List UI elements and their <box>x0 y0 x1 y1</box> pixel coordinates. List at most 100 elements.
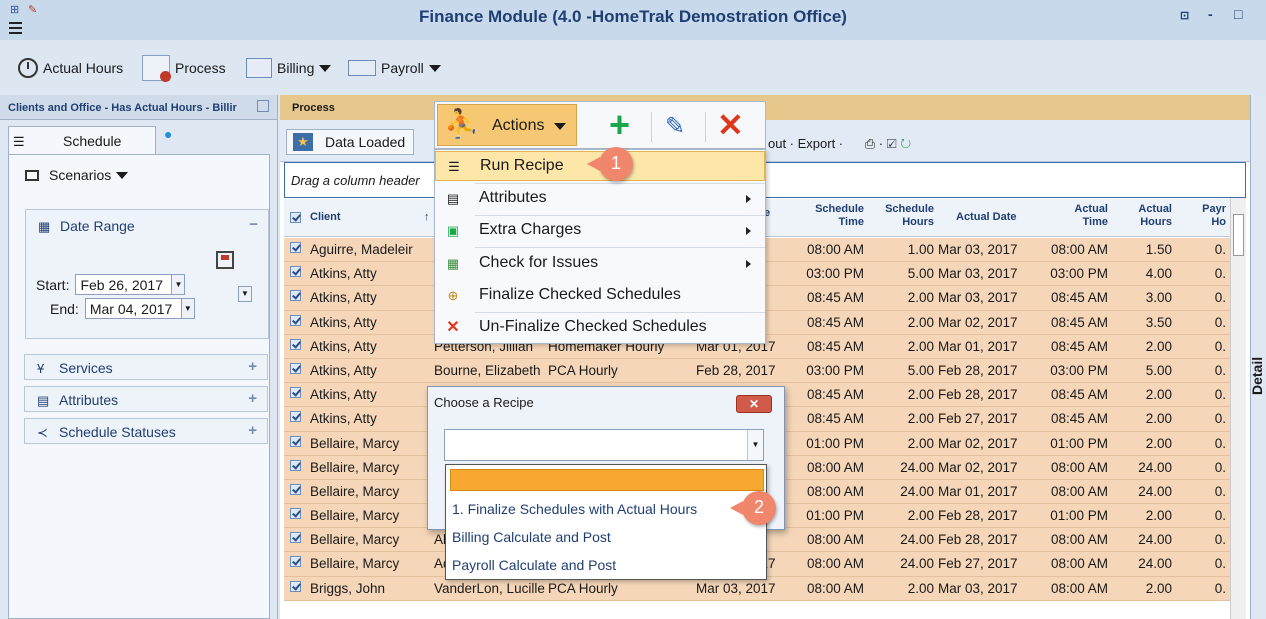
scrollbar-thumb[interactable] <box>1233 214 1244 256</box>
add-icon[interactable]: + <box>609 107 630 143</box>
wrench-icon: Ұ <box>37 361 45 376</box>
row-checkbox[interactable] <box>290 338 301 350</box>
col-actual-hours[interactable]: Actual Hours <box>1130 203 1172 229</box>
actions-button[interactable]: ⛹ Actions <box>437 104 577 146</box>
recipe-option-payroll[interactable]: Payroll Calculate and Post <box>452 557 616 573</box>
menu-item-extra-charges[interactable]: ▣ Extra Charges <box>435 216 765 246</box>
menu-item-finalize-checked[interactable]: ⊕ Finalize Checked Schedules <box>435 281 765 311</box>
scenarios-dropdown[interactable]: Scenarios <box>25 167 129 183</box>
row-checkbox[interactable] <box>290 242 301 253</box>
menu-item-label: Finalize Checked Schedules <box>479 286 681 303</box>
billing-button[interactable]: Billing <box>246 56 332 80</box>
date-range-dropdown-icon[interactable]: ▼ <box>238 286 252 302</box>
row-checkbox[interactable] <box>290 266 301 278</box>
start-date-input[interactable]: Feb 26, 2017 ▼ <box>75 274 186 295</box>
select-all-checkbox[interactable] <box>290 212 301 223</box>
refresh-icon[interactable]: ↻ <box>900 136 911 151</box>
vertical-scrollbar[interactable] <box>1230 198 1246 619</box>
data-loaded-button[interactable]: ★ Data Loaded <box>286 129 415 155</box>
payroll-label: Payroll <box>381 60 424 76</box>
row-checkbox[interactable] <box>290 580 301 592</box>
pencil-icon[interactable]: ✎ <box>665 112 685 141</box>
expand-icon[interactable]: + <box>248 422 257 439</box>
row-checkbox[interactable] <box>290 532 301 544</box>
stopwatch-icon <box>18 58 38 78</box>
expand-icon[interactable]: + <box>248 358 257 375</box>
menu-item-unfinalize-checked[interactable]: ✕ Un-Finalize Checked Schedules <box>435 313 765 343</box>
cell-actual-hours: 24.00 <box>1138 532 1172 548</box>
cell-actual-date: Mar 01, 2017 <box>938 483 1018 499</box>
cell-client: Atkins, Atty <box>310 314 377 330</box>
end-label: End: <box>50 300 79 317</box>
row-checkbox[interactable] <box>290 314 301 326</box>
expand-icon[interactable]: + <box>248 390 257 407</box>
checkbox-icon[interactable]: ☑ <box>887 136 897 151</box>
recipe-select[interactable]: ▼ <box>444 429 764 461</box>
pin-icon[interactable] <box>257 100 269 112</box>
cell-client: Bellaire, Marcy <box>310 556 400 572</box>
cell-actual-hours: 2.00 <box>1145 387 1172 403</box>
maximize-button[interactable]: □ <box>1234 6 1242 22</box>
row-checkbox[interactable] <box>290 411 301 423</box>
actual-hours-button[interactable]: Actual Hours <box>18 56 123 80</box>
dialog-close-button[interactable]: ✕ <box>736 395 772 413</box>
chevron-down-icon[interactable]: ▼ <box>747 430 763 460</box>
person-icon[interactable]: ● <box>164 126 186 148</box>
minimize-button[interactable]: - <box>1208 6 1213 22</box>
col-client[interactable]: Client <box>310 211 341 224</box>
table-row[interactable]: Briggs, John VanderLon, Lucille PCA Hourly… <box>284 576 1230 601</box>
menu-item-attributes[interactable]: ▤ Attributes <box>435 184 765 214</box>
date-range-header[interactable]: ▦ Date Range − <box>26 210 268 240</box>
print-icon[interactable]: ⎙ · <box>865 136 883 151</box>
menu-item-check-for-issues[interactable]: ▦ Check for Issues <box>435 249 765 279</box>
schedule-statuses-section[interactable]: ≺ Schedule Statuses + <box>24 418 268 444</box>
runner-icon: ⛹ <box>444 108 479 139</box>
cell-actual-date: Mar 03, 2017 <box>938 242 1018 257</box>
attributes-section[interactable]: ▤ Attributes + <box>24 386 268 412</box>
row-checkbox[interactable] <box>290 508 301 520</box>
cell-payroll: 0. <box>1214 580 1226 596</box>
detail-side-panel[interactable]: Detail <box>1249 95 1266 619</box>
recipe-option-blank[interactable] <box>450 469 764 491</box>
tab-schedule[interactable]: ☰ Schedule <box>8 126 156 156</box>
cell-sched-time: 08:00 AM <box>806 532 864 548</box>
cell-sched-hours: 1.00 <box>907 242 934 257</box>
cell-actual-date: Feb 28, 2017 <box>938 532 1018 548</box>
row-checkbox[interactable] <box>290 362 301 374</box>
recipe-option-finalize[interactable]: 1. Finalize Schedules with Actual Hours <box>452 501 697 517</box>
col-actual-date[interactable]: Actual Date <box>956 211 1017 224</box>
col-schedule-hours[interactable]: Schedule Hours <box>884 203 934 229</box>
row-checkbox[interactable] <box>290 290 301 302</box>
row-checkbox[interactable] <box>290 556 301 568</box>
cell-payroll: 0. <box>1214 242 1226 257</box>
row-checkbox[interactable] <box>290 459 301 471</box>
col-payroll-hours[interactable]: Payr Ho <box>1192 203 1226 229</box>
row-checkbox[interactable] <box>290 435 301 447</box>
col-schedule-time[interactable]: Schedule Time <box>812 203 864 229</box>
step-badge-2: 2 <box>729 491 777 525</box>
export-toolbar[interactable]: out · Export · ⎙ · ☑ ↻ <box>768 136 911 152</box>
cell-actual-date: Mar 02, 2017 <box>938 435 1018 451</box>
col-actual-time[interactable]: Actual Time <box>1064 203 1108 229</box>
delete-icon[interactable]: ✕ <box>717 108 744 142</box>
row-checkbox[interactable] <box>290 483 301 495</box>
cell-actual-hours: 24.00 <box>1138 556 1172 572</box>
attributes-label: Attributes <box>59 392 119 408</box>
cell-actual-date: Feb 28, 2017 <box>938 508 1018 524</box>
restore-icon[interactable]: ⊡ <box>1180 9 1189 22</box>
save-icon[interactable] <box>216 251 234 269</box>
export-label[interactable]: out · Export · <box>768 136 843 151</box>
end-date-dropdown-icon[interactable]: ▼ <box>180 298 195 319</box>
collapse-icon[interactable]: − <box>249 216 258 233</box>
cell-sched-time: 03:00 PM <box>806 362 864 378</box>
row-checkbox[interactable] <box>290 387 301 399</box>
process-button[interactable]: Process <box>142 55 226 82</box>
cell-client: Atkins, Atty <box>310 290 377 306</box>
table-row[interactable]: Atkins, Atty Bourne, Elizabeth PCA Hourly F… <box>284 358 1230 384</box>
start-date-dropdown-icon[interactable]: ▼ <box>171 274 186 295</box>
end-date-input[interactable]: Mar 04, 2017 ▼ <box>84 298 195 319</box>
services-section[interactable]: Ұ Services + <box>24 354 268 380</box>
recipe-option-billing[interactable]: Billing Calculate and Post <box>452 529 611 545</box>
payroll-button[interactable]: Payroll <box>348 56 441 80</box>
services-label: Services <box>59 360 113 376</box>
